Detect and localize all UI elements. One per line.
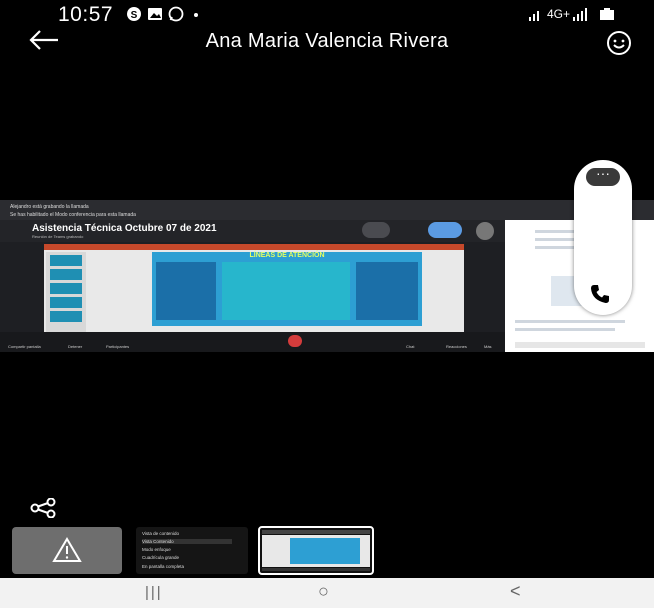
thumbnail-screen-share[interactable] bbox=[258, 526, 374, 575]
slide-title: LÍNEAS DE ATENCIÓN bbox=[249, 252, 325, 259]
skype-icon: S bbox=[127, 7, 141, 21]
avatar bbox=[476, 222, 494, 240]
nav-back-button[interactable]: < bbox=[510, 581, 521, 602]
end-call-icon[interactable] bbox=[288, 335, 302, 347]
warning-triangle-icon bbox=[52, 537, 82, 562]
control-label[interactable]: Detener bbox=[68, 344, 82, 349]
smiley-icon[interactable] bbox=[606, 30, 632, 56]
recents-button[interactable]: ||| bbox=[145, 584, 163, 601]
gallery-icon bbox=[148, 8, 162, 20]
thumbnail-view-menu[interactable]: Vista de contenido Vista Contenido Modo … bbox=[136, 527, 248, 574]
home-button[interactable]: ○ bbox=[318, 581, 329, 602]
shared-screen[interactable]: Alejandro está grabando la llamada Se ha… bbox=[0, 200, 654, 352]
menu-item[interactable]: Vista de contenido bbox=[142, 531, 179, 536]
more-dots-icon[interactable]: ··· bbox=[586, 166, 620, 186]
status-bar: 10:57 S 4G+ bbox=[0, 0, 654, 28]
menu-item[interactable]: Modo enfoque bbox=[142, 547, 171, 552]
meeting-controls: Compartir pantalla Detener Participantes… bbox=[0, 332, 505, 352]
battery-icon bbox=[600, 8, 614, 20]
control-label[interactable]: Chat bbox=[406, 344, 414, 349]
slide-thumbnails bbox=[46, 252, 86, 334]
control-label[interactable]: Compartir pantalla bbox=[8, 344, 41, 349]
phone-icon[interactable] bbox=[588, 282, 612, 306]
control-label[interactable]: Más bbox=[484, 344, 492, 349]
control-label[interactable]: Reacciones bbox=[446, 344, 467, 349]
clock: 10:57 bbox=[58, 3, 114, 26]
record-button[interactable] bbox=[362, 222, 390, 238]
meeting-subtitle: Reunión de Teams grabando bbox=[32, 234, 84, 239]
control-label[interactable]: Participantes bbox=[106, 344, 129, 349]
thumbnail-warning[interactable] bbox=[12, 527, 122, 574]
current-slide bbox=[152, 252, 422, 326]
meeting-title: Asistencia Técnica Octubre 07 de 2021 bbox=[32, 223, 217, 234]
signal-icon bbox=[573, 8, 587, 21]
network-type-label: 4G+ bbox=[547, 7, 571, 21]
page-title: Ana Maria Valencia Rivera bbox=[205, 30, 449, 52]
recording-notice: Alejandro está grabando la llamada bbox=[10, 204, 89, 210]
signal-icon bbox=[529, 11, 539, 21]
whatsapp-icon bbox=[168, 6, 184, 22]
share-icon[interactable] bbox=[30, 498, 56, 518]
svg-text:S: S bbox=[131, 10, 138, 21]
share-toggle[interactable] bbox=[428, 222, 462, 238]
dot-icon bbox=[194, 13, 198, 17]
menu-item[interactable]: Cuadrícula grande bbox=[142, 555, 179, 560]
conference-notice: Se has habilitado el Modo conferencia pa… bbox=[10, 212, 136, 218]
menu-item[interactable]: En pantalla completa bbox=[142, 564, 184, 569]
presentation-ribbon bbox=[44, 244, 464, 250]
menu-item[interactable]: Vista Contenido bbox=[142, 539, 232, 544]
